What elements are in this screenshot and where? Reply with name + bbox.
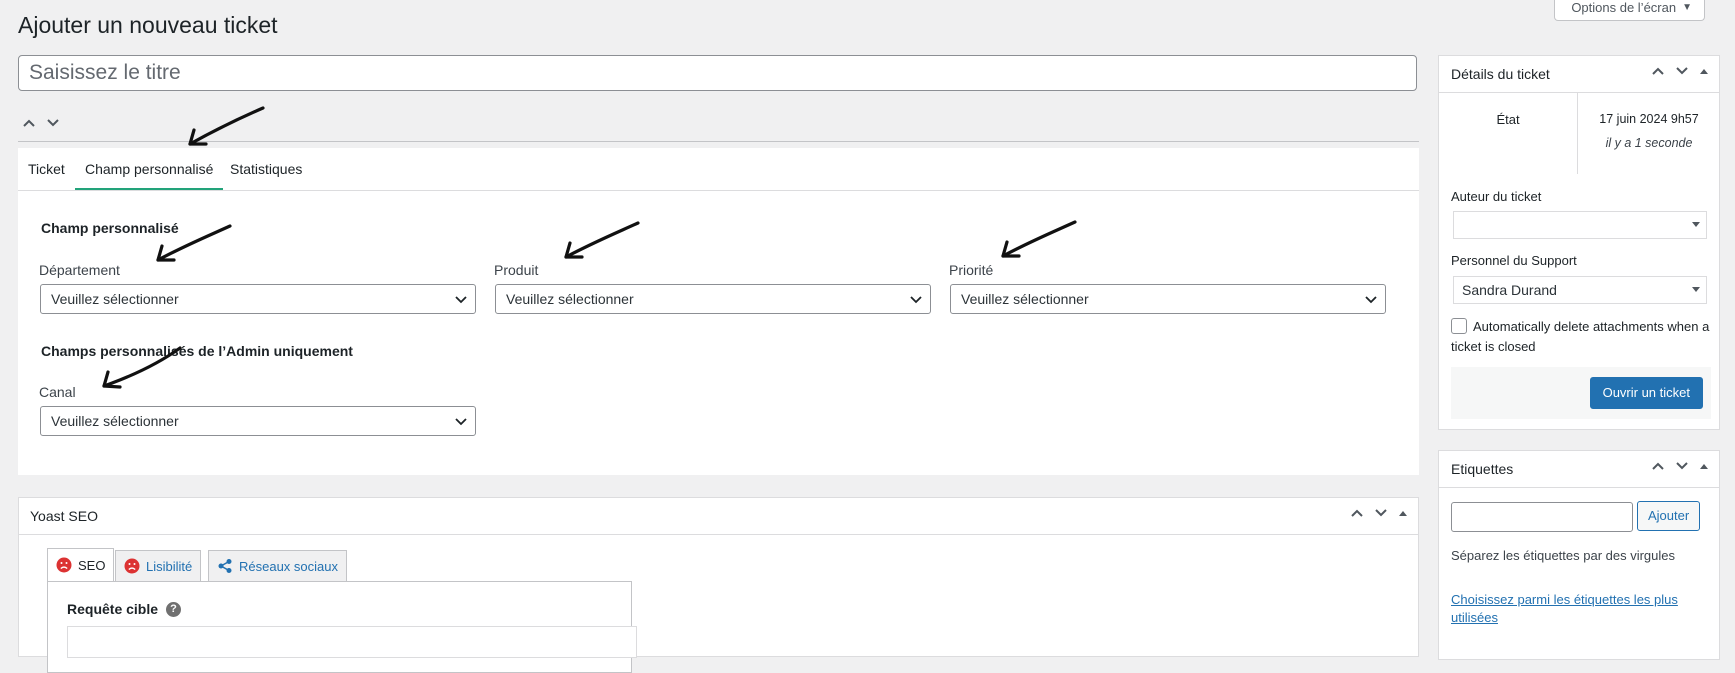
- produit-select[interactable]: Veuillez sélectionner: [495, 284, 931, 314]
- tags-box: Etiquettes Ajouter Séparez les étiquette…: [1438, 450, 1720, 660]
- caret-down-icon: [1692, 287, 1700, 292]
- chevron-down-icon[interactable]: [1374, 508, 1388, 518]
- yoast-controls: [1350, 508, 1408, 518]
- departement-select[interactable]: Veuillez sélectionner: [40, 284, 476, 314]
- auto-delete-checkbox[interactable]: [1451, 318, 1467, 334]
- priorite-select[interactable]: Veuillez sélectionner: [950, 284, 1386, 314]
- state-cell: État: [1439, 92, 1578, 174]
- sad-face-icon: [56, 557, 72, 573]
- chevron-down-icon: [910, 296, 922, 304]
- chevron-up-icon[interactable]: [1651, 66, 1665, 76]
- yoast-seo-box: Yoast SEO SEO Lisibilité Réseaux sociaux…: [18, 497, 1419, 673]
- add-tag-button[interactable]: Ajouter: [1637, 501, 1701, 531]
- custom-fields-heading: Champ personnalisé: [41, 220, 179, 236]
- chevron-up-icon[interactable]: [1350, 508, 1364, 518]
- page-title: Ajouter un nouveau ticket: [18, 12, 278, 38]
- chevron-down-icon[interactable]: [1675, 461, 1689, 471]
- support-select[interactable]: Sandra Durand: [1453, 276, 1707, 304]
- produit-label: Produit: [494, 262, 539, 278]
- screen-options-label: Options de l’écran: [1571, 0, 1677, 15]
- chevron-down-icon[interactable]: [46, 118, 60, 128]
- details-header: Détails du ticket: [1439, 56, 1719, 93]
- open-ticket-button[interactable]: Ouvrir un ticket: [1589, 377, 1703, 409]
- departement-value: Veuillez sélectionner: [51, 291, 179, 307]
- departement-label: Département: [39, 262, 120, 278]
- tab-champ-personnalise[interactable]: Champ personnalisé: [75, 148, 224, 190]
- yoast-title: Yoast SEO: [30, 508, 98, 524]
- tab-statistiques[interactable]: Statistiques: [230, 148, 302, 190]
- collapse-triangle-icon[interactable]: [1699, 462, 1709, 470]
- produit-value: Veuillez sélectionner: [506, 291, 634, 307]
- tags-hint: Séparez les étiquettes par des virgules: [1451, 548, 1676, 563]
- state-label: État: [1496, 112, 1520, 127]
- tags-header: Etiquettes: [1439, 451, 1719, 488]
- screen-options-button[interactable]: Options de l’écran ▼: [1554, 0, 1705, 21]
- choose-most-used-tags-link[interactable]: Choisissez parmi les étiquettes les plus…: [1451, 591, 1691, 627]
- annotation-arrow: [188, 106, 265, 146]
- chevron-up-icon[interactable]: [1651, 461, 1665, 471]
- priorite-value: Veuillez sélectionner: [961, 291, 1089, 307]
- auto-delete-label: Automatically delete attachments when a …: [1451, 319, 1710, 354]
- focus-keyphrase-label: Requête cible: [67, 601, 159, 617]
- details-title: Détails du ticket: [1451, 66, 1550, 82]
- yoast-tab-seo-label: SEO: [78, 557, 106, 573]
- share-icon: [218, 559, 232, 573]
- help-icon[interactable]: ?: [166, 601, 182, 617]
- priorite-label: Priorité: [949, 262, 994, 278]
- details-actions: Ouvrir un ticket: [1451, 367, 1711, 419]
- yoast-tab-content: Requête cible ?: [47, 581, 637, 673]
- support-label: Personnel du Support: [1451, 253, 1577, 268]
- yoast-header: Yoast SEO: [19, 498, 1418, 535]
- tags-title: Etiquettes: [1451, 461, 1514, 477]
- sad-face-icon: [124, 558, 140, 574]
- chevron-up-icon[interactable]: [22, 118, 36, 128]
- ticket-date: 17 juin 2024 9h57: [1599, 112, 1699, 126]
- author-select[interactable]: [1453, 211, 1707, 239]
- chevron-down-icon: [455, 296, 467, 304]
- chevron-down-icon[interactable]: [1675, 66, 1689, 76]
- collapse-triangle-icon[interactable]: [1398, 509, 1408, 517]
- caret-down-icon: ▼: [1682, 1, 1692, 13]
- auto-delete-row: Automatically delete attachments when a …: [1451, 317, 1711, 357]
- panel-order-controls: [22, 118, 60, 128]
- canal-label: Canal: [39, 384, 76, 400]
- yoast-tab-lisibilite[interactable]: Lisibilité: [115, 550, 202, 582]
- divider: [18, 141, 1419, 142]
- yoast-tab-lisibilite-label: Lisibilité: [146, 558, 193, 574]
- canal-value: Veuillez sélectionner: [51, 413, 179, 429]
- title-input[interactable]: [18, 55, 1417, 91]
- focus-keyphrase-input[interactable]: [67, 626, 637, 658]
- tab-ticket[interactable]: Ticket: [28, 148, 65, 190]
- yoast-tab-seo[interactable]: SEO: [47, 548, 115, 582]
- details-controls: [1651, 66, 1709, 76]
- ticket-tabs-panel: Ticket Champ personnalisé Statistiques C…: [18, 148, 1419, 475]
- canal-select[interactable]: Veuillez sélectionner: [40, 406, 476, 436]
- ticket-relative-time: il y a 1 seconde: [1605, 136, 1693, 150]
- focus-keyphrase-row: Requête cible ?: [67, 601, 182, 617]
- tags-controls: [1651, 461, 1709, 471]
- caret-down-icon: [1692, 222, 1700, 227]
- tag-input[interactable]: [1451, 502, 1633, 532]
- yoast-tab-reseaux-label: Réseaux sociaux: [239, 558, 338, 574]
- support-value: Sandra Durand: [1462, 282, 1557, 298]
- chevron-down-icon: [1365, 296, 1377, 304]
- chevron-down-icon: [455, 418, 467, 426]
- ticket-details-box: Détails du ticket État 17 juin 2024 9h57…: [1438, 55, 1720, 430]
- yoast-tab-reseaux-sociaux[interactable]: Réseaux sociaux: [208, 550, 347, 582]
- admin-fields-heading: Champs personnalisés de l’Admin uniqueme…: [41, 343, 353, 359]
- tab-bar: Ticket Champ personnalisé Statistiques: [18, 148, 1419, 191]
- collapse-triangle-icon[interactable]: [1699, 67, 1709, 75]
- author-label: Auteur du ticket: [1451, 189, 1542, 204]
